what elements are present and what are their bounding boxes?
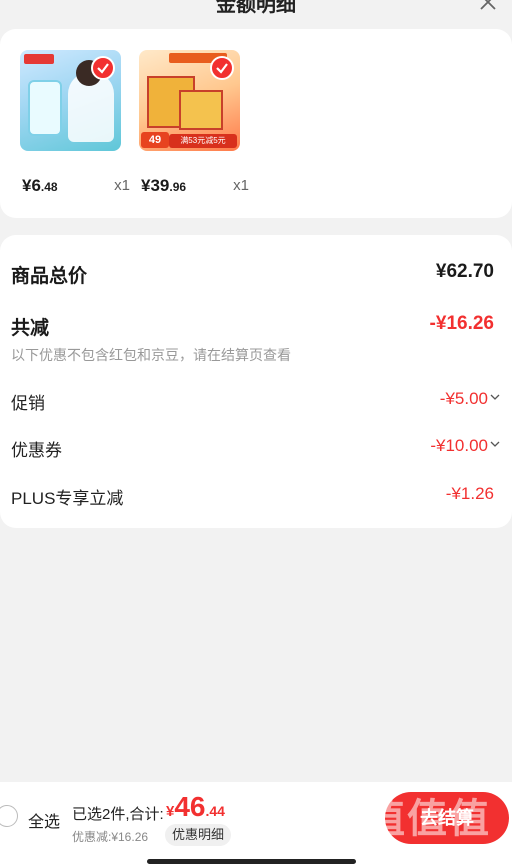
product-price: ¥6.48	[22, 176, 58, 195]
total-price-value: ¥62.70	[435, 261, 494, 282]
plus-discount-label: PLUS专享立减	[11, 489, 124, 508]
watermark-url: zhizhizhi.com	[366, 842, 457, 858]
coupon-label: 优惠券	[11, 441, 62, 460]
close-icon[interactable]	[478, 0, 498, 12]
promotion-label: 促销	[11, 394, 45, 413]
product-quantity: x1	[114, 177, 130, 194]
product-list-card: ¥6.48 x1 49 满53元减5元 ¥39.96 x1	[0, 29, 512, 218]
plus-discount-value: -¥1.26	[445, 484, 494, 503]
chevron-down-icon[interactable]	[490, 439, 500, 449]
promotion-value: -¥5.00	[439, 389, 488, 408]
modal-title: 金额明细	[216, 0, 296, 16]
select-all-label[interactable]: 全选	[28, 808, 60, 832]
checkmark-icon	[210, 56, 234, 80]
home-indicator	[147, 859, 356, 864]
selected-count-text: 已选2件,合计:	[72, 806, 164, 823]
total-reduction-label: 共减	[11, 318, 50, 339]
coupon-value: -¥10.00	[430, 436, 488, 455]
product-item[interactable]: ¥6.48 x1	[20, 29, 130, 218]
total-price-label: 商品总价	[11, 266, 88, 287]
checkmark-icon	[91, 56, 115, 80]
total-amount: ¥46.44	[166, 791, 225, 822]
price-summary-card: 商品总价 ¥62.70 共减 -¥16.26 以下优惠不包含红包和京豆，请在结算…	[0, 235, 512, 528]
product-image[interactable]	[20, 50, 121, 151]
watermark-logo: 值值值	[365, 797, 491, 841]
promo-tag: 满53元减5元	[169, 134, 237, 148]
discount-amount-text: 优惠减:¥16.26	[72, 830, 149, 844]
chevron-down-icon[interactable]	[490, 392, 500, 402]
product-item[interactable]: 49 满53元减5元 ¥39.96 x1	[139, 29, 249, 218]
product-quantity: x1	[233, 177, 249, 194]
discount-note: 以下优惠不包含红包和京豆，请在结算页查看	[11, 347, 291, 363]
product-price: ¥39.96	[141, 176, 187, 195]
total-reduction-value: -¥16.26	[429, 313, 494, 334]
product-image[interactable]: 49 满53元减5元	[139, 50, 240, 151]
price-badge: 49	[141, 132, 169, 148]
discount-detail-button[interactable]: 优惠明细	[165, 824, 232, 846]
modal-header: 金额明细	[0, 0, 512, 20]
select-all-radio[interactable]	[0, 805, 18, 827]
